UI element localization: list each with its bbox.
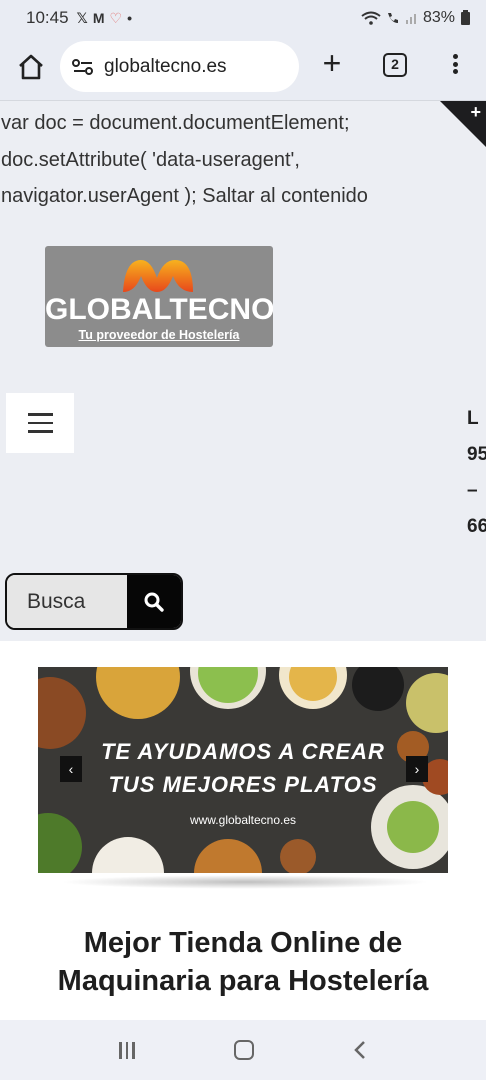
system-nav-bar bbox=[0, 1020, 486, 1080]
x-icon: 𝕏 bbox=[76, 9, 88, 26]
search-button[interactable] bbox=[127, 575, 181, 628]
banner-line1: TE AYUDAMOS A CREAR bbox=[101, 739, 385, 764]
logo-brand: GLOBALTECNO bbox=[45, 293, 273, 326]
chevron-right-icon[interactable]: › bbox=[406, 756, 428, 782]
food-platters-image bbox=[38, 667, 448, 873]
signal-icon bbox=[405, 14, 416, 24]
health-icon: ♡ bbox=[109, 9, 123, 26]
search-form: Busca bbox=[5, 573, 183, 630]
banner-line2: TUS MEJORES PLATOS bbox=[108, 772, 378, 797]
recent-apps-icon[interactable] bbox=[119, 1041, 135, 1059]
home-icon[interactable] bbox=[16, 52, 46, 82]
nav-home-icon[interactable] bbox=[233, 1040, 254, 1060]
system-icons: 83% bbox=[361, 9, 470, 27]
dot-icon: • bbox=[127, 10, 132, 26]
address-bar[interactable]: globaltecno.es bbox=[60, 41, 299, 92]
hero-banner[interactable]: TE AYUDAMOS A CREAR TUS MEJORES PLATOS w… bbox=[38, 667, 448, 873]
logo-shape-icon bbox=[123, 260, 193, 292]
site-logo[interactable]: GLOBALTECNO Tu proveedor de Hostelería bbox=[45, 246, 273, 347]
notification-icons: 𝕏 M ♡ • bbox=[77, 10, 132, 27]
browser-toolbar: globaltecno.es + 2 bbox=[0, 36, 486, 100]
search-icon bbox=[144, 592, 164, 612]
logo-tagline: Tu proveedor de Hostelería bbox=[78, 328, 240, 342]
menu-icon[interactable] bbox=[6, 393, 74, 453]
tabs-icon[interactable]: 2 bbox=[383, 53, 407, 77]
back-icon[interactable] bbox=[353, 1040, 367, 1060]
page-headline: Mejor Tienda Online de Maquinaria para H… bbox=[57, 927, 429, 997]
battery-icon bbox=[461, 9, 470, 25]
banner-shadow bbox=[60, 875, 430, 889]
gmail-icon: M bbox=[92, 10, 105, 26]
url-text[interactable]: globaltecno.es bbox=[104, 56, 227, 78]
call-icon bbox=[387, 13, 398, 23]
web-page: var doc = document.documentElement; doc.… bbox=[0, 100, 486, 1020]
search-input[interactable]: Busca bbox=[7, 575, 127, 628]
corner-plus-icon[interactable]: + bbox=[470, 102, 481, 123]
chevron-left-icon[interactable]: ‹ bbox=[60, 756, 82, 782]
site-info-icon[interactable] bbox=[72, 58, 94, 76]
wifi-icon bbox=[361, 11, 381, 25]
code-text: var doc = document.documentElement; doc.… bbox=[1, 112, 368, 207]
contact-info-partial: L95–66 bbox=[467, 408, 486, 537]
status-bar: 10:45 𝕏 M ♡ • 83% bbox=[0, 0, 486, 36]
status-time: 10:45 bbox=[26, 8, 69, 27]
battery-percent: 83% bbox=[422, 9, 455, 26]
plus-icon[interactable]: + bbox=[318, 47, 346, 79]
banner-site: www.globaltecno.es bbox=[189, 813, 297, 827]
more-vert-icon[interactable] bbox=[448, 50, 462, 78]
